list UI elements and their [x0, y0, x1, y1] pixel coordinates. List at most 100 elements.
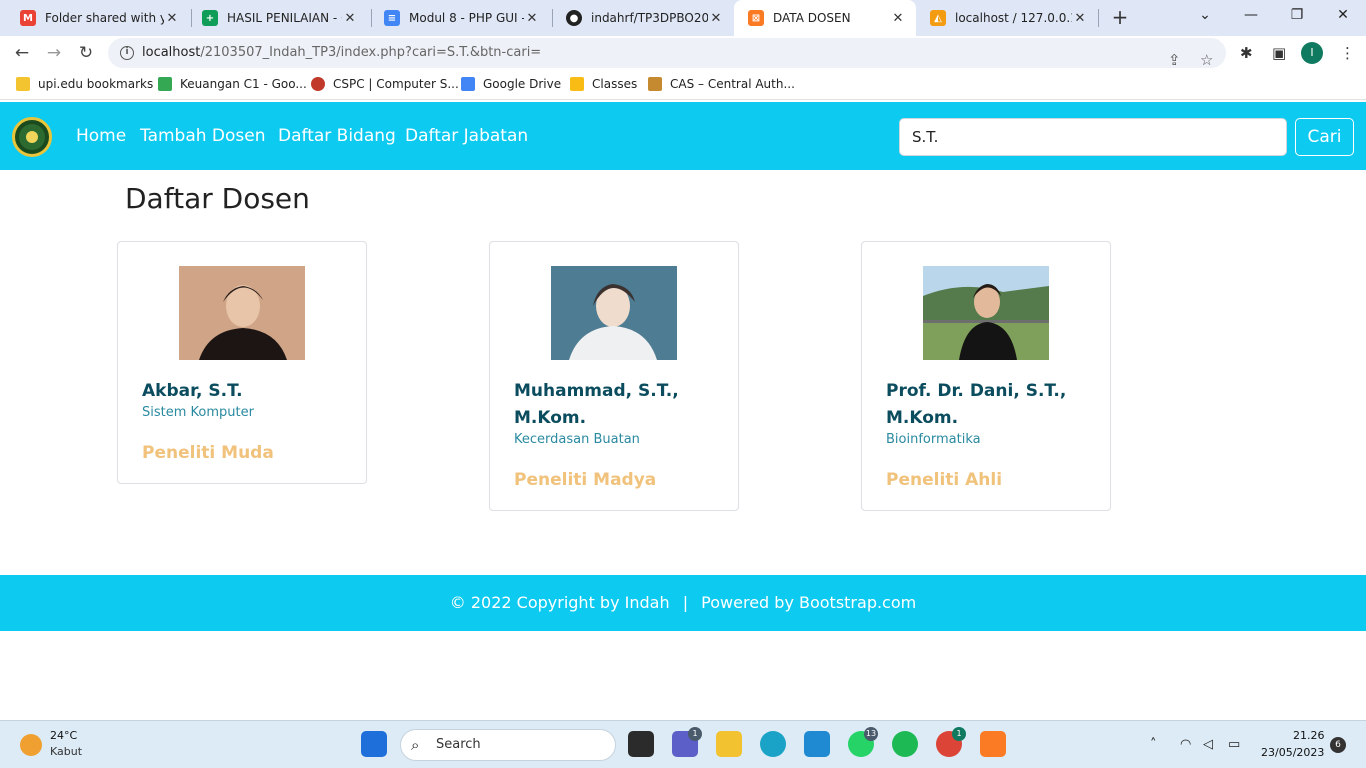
tab-docs[interactable]: ≡ Modul 8 - PHP GUI - Google Docs ✕ [370, 0, 550, 36]
site-navbar: Home Tambah Dosen Daftar Bidang Daftar J… [0, 102, 1366, 170]
side-panel-icon[interactable]: ▣ [1272, 44, 1286, 62]
google-drive-icon [158, 77, 172, 91]
back-arrow-icon[interactable]: ← [9, 40, 35, 66]
bookmark-label: CSPC | Computer S... [333, 77, 459, 91]
xampp-icon: ⊠ [748, 10, 764, 26]
bookmark-label: Classes [592, 77, 638, 91]
extensions-puzzle-icon[interactable]: ✱ [1240, 44, 1253, 62]
dosen-bidang: Bioinformatika [886, 432, 981, 447]
vscode-icon[interactable] [804, 731, 830, 757]
tab-github[interactable]: ● indahrf/TP3DPBO2023 ✕ [552, 0, 734, 36]
url-text: localhost/2103507_Indah_TP3/index.php?ca… [142, 38, 541, 68]
dosen-photo [551, 266, 677, 360]
cspc-icon [311, 77, 325, 91]
browser-tab-strip: M Folder shared with you ✕ + HASIL PENIL… [0, 0, 1366, 36]
tab-phpmyadmin[interactable]: ◭ localhost / 127.0.0.1 / ... ✕ [916, 0, 1098, 36]
dosen-name: Prof. Dr. Dani, S.T., M.Kom. [886, 381, 1067, 428]
notification-count[interactable]: 6 [1330, 737, 1346, 753]
nav-link-home[interactable]: Home [76, 126, 126, 146]
tab-title: Modul 8 - PHP GUI - Google Docs [409, 11, 524, 25]
bookmark-item[interactable]: upi.edu bookmarks [16, 77, 153, 91]
bookmarks-bar: upi.edu bookmarks Keuangan C1 - Goo... C… [0, 70, 1366, 100]
reload-icon[interactable]: ↻ [73, 40, 99, 66]
spotify-icon[interactable] [892, 731, 918, 757]
bookmark-item[interactable]: Keuangan C1 - Goo... [158, 77, 307, 91]
tab-title: Folder shared with you [45, 11, 164, 25]
page-title: Daftar Dosen [125, 182, 310, 215]
tab-title: HASIL PENILAIAN - Google Sheets [227, 11, 342, 25]
close-icon[interactable]: ✕ [524, 11, 540, 26]
whatsapp-badge: 13 [864, 727, 878, 741]
search-button[interactable]: Cari [1295, 118, 1354, 156]
site-info-icon[interactable]: i [120, 46, 134, 60]
restore-button[interactable]: ❐ [1274, 0, 1320, 32]
volume-icon[interactable]: ◁ [1203, 737, 1213, 752]
docs-icon: ≡ [384, 10, 400, 26]
dosen-card: Akbar, S.T. Sistem Komputer Peneliti Mud… [117, 241, 367, 484]
tab-gmail[interactable]: M Folder shared with you ✕ [6, 0, 190, 36]
profile-avatar[interactable]: I [1301, 42, 1323, 64]
windows-taskbar: 24°C Kabut ⌕ Search 1 13 1 ˄ ◠ ◁ ▭ 21.26… [0, 720, 1366, 768]
bookmark-item[interactable]: CAS – Central Auth... [648, 77, 795, 91]
bookmark-label: CAS – Central Auth... [670, 77, 795, 91]
bookmark-item[interactable]: Google Drive [461, 77, 561, 91]
url-host: localhost [142, 45, 201, 60]
teams-badge: 1 [688, 727, 702, 741]
dosen-name: Muhammad, S.T., M.Kom. [514, 381, 679, 428]
close-icon[interactable]: ✕ [342, 11, 358, 26]
file-explorer-icon[interactable] [716, 731, 742, 757]
gmail-icon: M [20, 10, 36, 26]
edge-browser-icon[interactable] [760, 731, 786, 757]
weather-icon[interactable] [20, 734, 42, 756]
footer-powered-by: Powered by Bootstrap.com [701, 593, 917, 612]
close-icon[interactable]: ✕ [890, 11, 906, 26]
forward-arrow-icon[interactable]: → [41, 40, 67, 66]
chevron-up-icon[interactable]: ˄ [1150, 737, 1157, 752]
close-icon[interactable]: ✕ [708, 11, 724, 26]
dosen-bidang: Kecerdasan Buatan [514, 432, 640, 447]
more-menu-icon[interactable]: ⋮ [1340, 44, 1355, 62]
new-tab-button[interactable]: + [1108, 5, 1132, 29]
close-icon[interactable]: ✕ [1072, 11, 1088, 26]
wifi-icon[interactable]: ◠ [1180, 737, 1191, 752]
tab-title: DATA DOSEN [773, 11, 851, 25]
tab-divider [1098, 9, 1099, 27]
close-window-button[interactable]: ✕ [1320, 0, 1366, 32]
taskbar-search-label: Search [436, 737, 481, 752]
minimize-button[interactable]: — [1228, 0, 1274, 32]
xampp-icon[interactable] [980, 731, 1006, 757]
dosen-name: Akbar, S.T. [142, 381, 243, 401]
tab-sheets[interactable]: + HASIL PENILAIAN - Google Sheets ✕ [188, 0, 368, 36]
tab-search-chevron-icon[interactable]: ⌄ [1182, 0, 1228, 32]
bookmark-item[interactable]: Classes [570, 77, 637, 91]
nav-link-daftar-jabatan[interactable]: Daftar Jabatan [405, 126, 528, 146]
footer-separator: | [682, 593, 689, 612]
classroom-icon [570, 77, 584, 91]
dosen-bidang: Sistem Komputer [142, 405, 254, 420]
footer-copyright: © 2022 Copyright by Indah [449, 593, 670, 612]
taskbar-search[interactable]: ⌕ Search [400, 729, 616, 761]
phpmyadmin-icon: ◭ [930, 10, 946, 26]
tab-data-dosen[interactable]: ⊠ DATA DOSEN ✕ [734, 0, 916, 36]
google-drive-icon [461, 77, 475, 91]
cas-icon [648, 77, 662, 91]
start-windows-icon[interactable] [361, 731, 387, 757]
folder-icon [16, 77, 30, 91]
tab-title: localhost / 127.0.0.1 / ... [955, 11, 1072, 25]
bookmark-label: Keuangan C1 - Goo... [180, 77, 307, 91]
task-view-icon[interactable] [628, 731, 654, 757]
dosen-card: Prof. Dr. Dani, S.T., M.Kom. Bioinformat… [861, 241, 1111, 511]
clock-date[interactable]: 23/05/2023 [1261, 746, 1324, 759]
clock-time[interactable]: 21.26 [1293, 729, 1325, 742]
bookmark-item[interactable]: CSPC | Computer S... [311, 77, 459, 91]
nav-link-daftar-bidang[interactable]: Daftar Bidang [278, 126, 396, 146]
bookmark-label: upi.edu bookmarks [38, 77, 154, 91]
university-logo[interactable] [12, 117, 52, 157]
battery-icon[interactable]: ▭ [1228, 737, 1240, 752]
bookmark-label: Google Drive [483, 77, 562, 91]
close-icon[interactable]: ✕ [164, 11, 180, 26]
search-input[interactable]: S.T. [899, 118, 1287, 156]
dosen-jabatan: Peneliti Muda [142, 443, 274, 463]
address-bar[interactable]: i localhost/2103507_Indah_TP3/index.php?… [108, 38, 1226, 69]
nav-link-tambah-dosen[interactable]: Tambah Dosen [140, 126, 266, 146]
